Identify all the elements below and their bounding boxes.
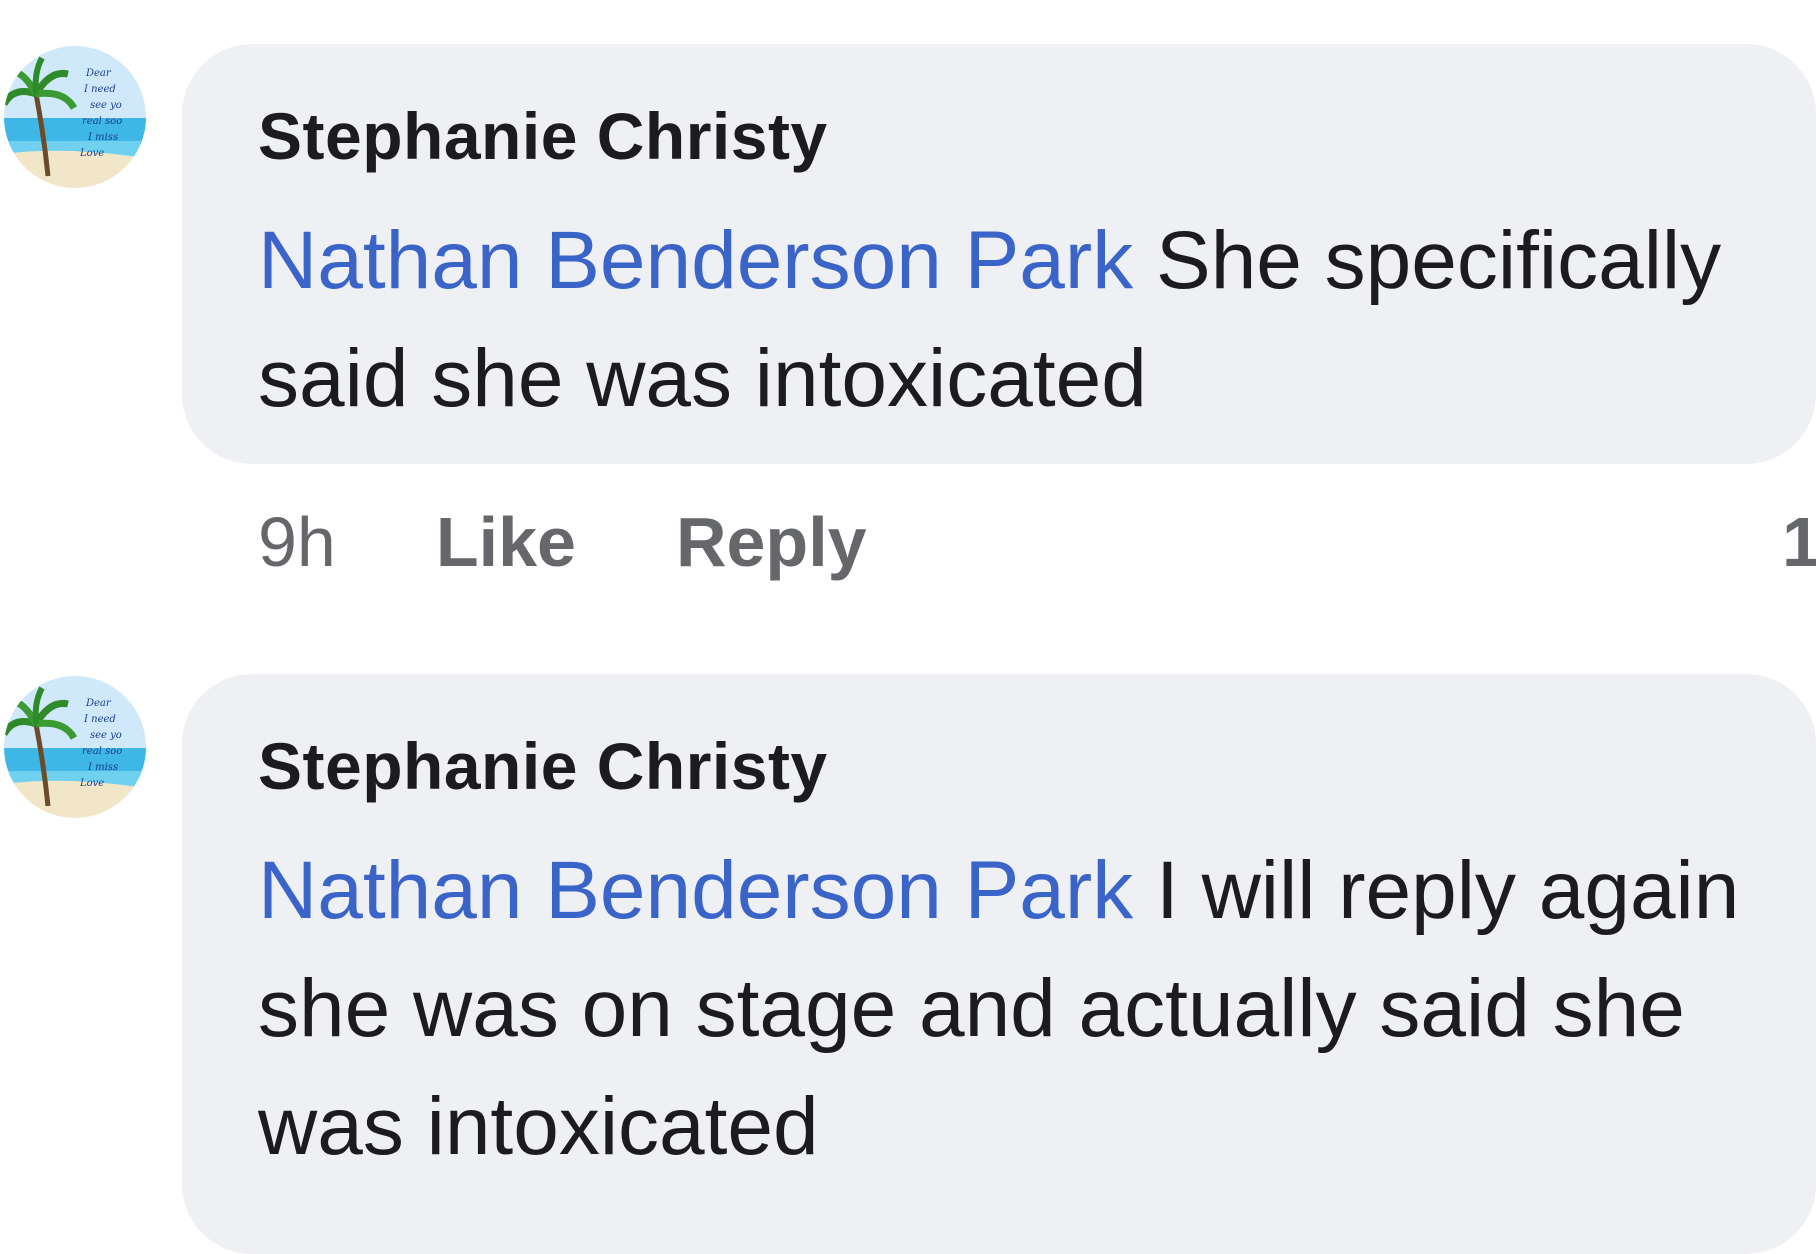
comment-author[interactable]: Stephanie Christy [258,726,1746,806]
avatar-line: I miss [87,132,118,143]
avatar-line: real soo [82,116,122,127]
comment-bubble[interactable]: Stephanie Christy Nathan Benderson Park … [182,674,1816,1254]
mention-link[interactable]: Nathan Benderson Park [258,845,1133,936]
avatar-line: Love [79,778,104,789]
avatar-line: I need [83,714,116,725]
avatar-line: see yo [90,100,122,111]
avatar-line: Dear [85,698,112,709]
reply-button[interactable]: Reply [676,503,867,581]
reaction-count[interactable]: 1 [1782,500,1816,584]
comment-author[interactable]: Stephanie Christy [258,96,1746,176]
avatar-line: I need [83,84,116,95]
palm-beach-avatar-icon: Dear I need see yo real soo I miss Love [4,46,146,188]
comment-bubble[interactable]: Stephanie Christy Nathan Benderson Park … [182,44,1816,464]
avatar-line: real soo [82,746,122,757]
comment-text: Nathan Benderson Park I will reply again… [258,832,1746,1186]
mention-link[interactable]: Nathan Benderson Park [258,215,1133,306]
palm-beach-avatar-icon: Dear I need see yo real soo I miss Love [4,676,146,818]
avatar[interactable]: Dear I need see yo real soo I miss Love [4,46,146,188]
avatar-line: I miss [87,762,118,773]
comment-timestamp[interactable]: 9h [258,503,336,581]
avatar-line: Love [79,148,104,159]
avatar[interactable]: Dear I need see yo real soo I miss Love [4,676,146,818]
comment-text: Nathan Benderson Park She specifically s… [258,202,1746,438]
avatar-line: Dear [85,68,112,79]
comment-actions: 9h Like Reply [258,500,867,584]
avatar-line: see yo [90,730,122,741]
like-button[interactable]: Like [436,503,576,581]
